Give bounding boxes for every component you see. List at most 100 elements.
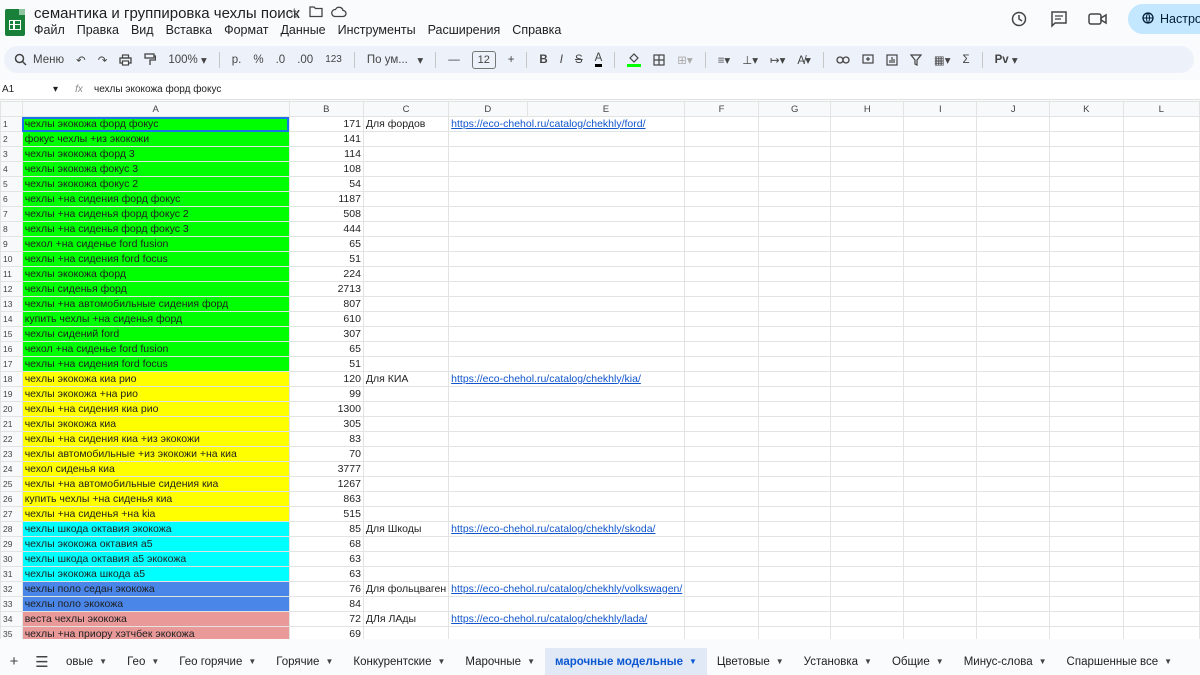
cell-empty-g[interactable] — [757, 251, 832, 267]
row-header[interactable]: 27 — [0, 506, 23, 522]
cell-empty-j[interactable] — [976, 566, 1050, 582]
menu-help[interactable]: Справка — [512, 23, 561, 37]
cell-group[interactable] — [362, 311, 450, 327]
cell-frequency[interactable]: 508 — [288, 206, 364, 222]
cell-url[interactable] — [448, 446, 686, 462]
tab-dropdown-icon[interactable]: ▼ — [936, 657, 944, 666]
cell-empty-g[interactable] — [757, 401, 832, 417]
tab-dropdown-icon[interactable]: ▼ — [1039, 657, 1047, 666]
cell-url[interactable] — [448, 146, 686, 162]
cell-empty-k[interactable] — [1049, 611, 1124, 627]
cell-empty-f[interactable] — [684, 431, 759, 447]
tab-dropdown-icon[interactable]: ▼ — [689, 657, 697, 666]
insert-link-icon[interactable] — [836, 55, 850, 64]
cell-keyword[interactable]: чехлы экокожа форд 3 — [21, 146, 290, 162]
filter-icon[interactable] — [909, 53, 922, 66]
cell-empty-f[interactable] — [684, 281, 759, 297]
column-header-h[interactable]: H — [830, 101, 905, 117]
search-menus[interactable]: Меню — [14, 53, 64, 66]
cell-empty-g[interactable] — [757, 266, 832, 282]
cell-empty-h[interactable] — [830, 536, 905, 552]
cell-keyword[interactable]: чехлы сидений ford — [21, 326, 290, 342]
row-header[interactable]: 14 — [0, 311, 23, 327]
cell-empty-f[interactable] — [684, 401, 759, 417]
cell-empty-l[interactable] — [1122, 341, 1200, 357]
cell-empty-h[interactable] — [830, 311, 905, 327]
cell-empty-k[interactable] — [1049, 296, 1124, 312]
cell-empty-g[interactable] — [757, 491, 832, 507]
cell-group[interactable] — [362, 131, 450, 147]
cell-empty-l[interactable] — [1122, 146, 1200, 162]
cell-empty-k[interactable] — [1049, 131, 1124, 147]
cell-empty-h[interactable] — [830, 161, 905, 177]
tab-dropdown-icon[interactable]: ▼ — [151, 657, 159, 666]
cell-group[interactable] — [362, 356, 450, 372]
cell-empty-l[interactable] — [1122, 551, 1200, 567]
row-header[interactable]: 8 — [0, 221, 23, 237]
cell-empty-f[interactable] — [684, 116, 759, 132]
column-header-a[interactable]: A — [21, 101, 290, 117]
column-header-b[interactable]: B — [288, 101, 364, 117]
row-header[interactable]: 4 — [0, 161, 23, 177]
column-header-l[interactable]: L — [1122, 101, 1200, 117]
strikethrough-button[interactable]: S — [575, 54, 583, 66]
tab-dropdown-icon[interactable]: ▼ — [527, 657, 535, 666]
cell-url[interactable] — [448, 416, 686, 432]
cell-empty-l[interactable] — [1122, 311, 1200, 327]
cell-empty-j[interactable] — [976, 356, 1050, 372]
cell-empty-g[interactable] — [757, 596, 832, 612]
zoom-select[interactable]: 100% ▾ — [168, 53, 206, 67]
cell-empty-j[interactable] — [976, 266, 1050, 282]
cell-empty-l[interactable] — [1122, 281, 1200, 297]
cell-keyword[interactable]: чехлы экокожа киа — [21, 416, 290, 432]
cell-empty-k[interactable] — [1049, 596, 1124, 612]
cell-url[interactable] — [448, 356, 686, 372]
cell-frequency[interactable]: 120 — [288, 371, 364, 387]
sheet-tab[interactable]: Гео горячие ▼ — [169, 648, 266, 675]
cell-empty-g[interactable] — [757, 221, 832, 237]
cloud-status-icon[interactable] — [330, 5, 347, 22]
cell-empty-h[interactable] — [830, 551, 905, 567]
cell-empty-l[interactable] — [1122, 611, 1200, 627]
cell-group[interactable] — [362, 626, 450, 639]
cell-url[interactable]: https://eco-chehol.ru/catalog/chekhly/sk… — [448, 521, 686, 537]
cell-empty-j[interactable] — [976, 581, 1050, 597]
cell-group[interactable]: Для фольцваген — [362, 581, 450, 597]
sheet-tab[interactable]: Общие ▼ — [882, 648, 954, 675]
print-icon[interactable] — [119, 53, 133, 66]
name-box-dropdown-icon[interactable]: ▾ — [53, 84, 58, 95]
row-header[interactable]: 13 — [0, 296, 23, 312]
meet-video-icon[interactable] — [1088, 8, 1110, 30]
cell-empty-l[interactable] — [1122, 356, 1200, 372]
row-header[interactable]: 26 — [0, 491, 23, 507]
cell-empty-i[interactable] — [903, 131, 978, 147]
more-formats-button[interactable]: 123 — [325, 54, 342, 65]
cell-frequency[interactable]: 863 — [288, 491, 364, 507]
name-box[interactable]: A1 ▾ — [0, 84, 64, 95]
increase-decimal-button[interactable]: .00 — [297, 54, 313, 66]
column-header-c[interactable]: C — [362, 101, 450, 117]
cell-empty-l[interactable] — [1122, 461, 1200, 477]
cell-empty-h[interactable] — [830, 341, 905, 357]
cell-url[interactable]: https://eco-chehol.ru/catalog/chekhly/vo… — [448, 581, 686, 597]
fill-color-icon[interactable] — [627, 52, 642, 67]
functions-button[interactable]: Σ — [963, 54, 970, 66]
cell-frequency[interactable]: 1187 — [288, 191, 364, 207]
cell-group[interactable] — [362, 491, 450, 507]
cell-empty-j[interactable] — [976, 386, 1050, 402]
cell-empty-g[interactable] — [757, 191, 832, 207]
cell-empty-h[interactable] — [830, 581, 905, 597]
cell-keyword[interactable]: чехлы экокожа +на рио — [21, 386, 290, 402]
cell-empty-l[interactable] — [1122, 491, 1200, 507]
cell-empty-f[interactable] — [684, 236, 759, 252]
tab-dropdown-icon[interactable]: ▼ — [864, 657, 872, 666]
cell-empty-i[interactable] — [903, 326, 978, 342]
cell-frequency[interactable]: 610 — [288, 311, 364, 327]
row-header[interactable]: 33 — [0, 596, 23, 612]
cell-empty-g[interactable] — [757, 461, 832, 477]
cell-empty-h[interactable] — [830, 176, 905, 192]
cell-empty-i[interactable] — [903, 371, 978, 387]
cell-empty-j[interactable] — [976, 491, 1050, 507]
cell-keyword[interactable]: чехлы +на сиденья форд фокус 2 — [21, 206, 290, 222]
sheet-tab[interactable]: Цветовые ▼ — [707, 648, 794, 675]
